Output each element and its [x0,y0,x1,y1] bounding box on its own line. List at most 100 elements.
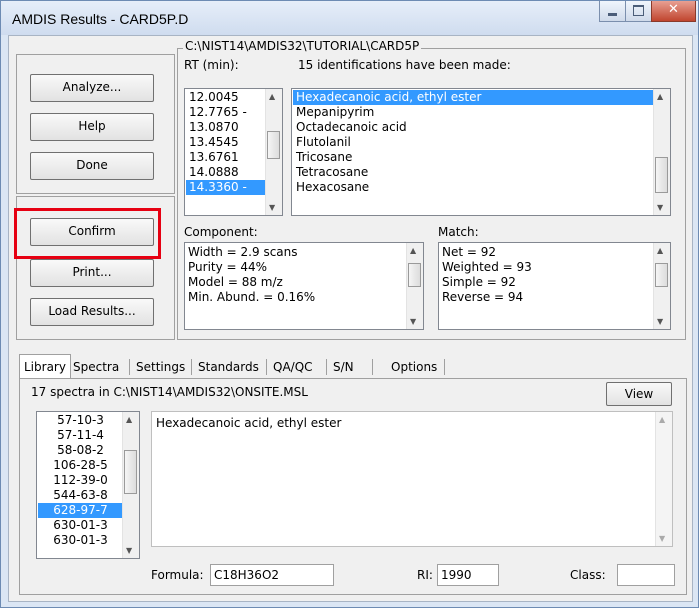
identifications-label: 15 identifications have been made: [298,58,511,72]
maximize-icon [633,5,644,16]
scroll-up-icon[interactable]: ▲ [659,415,665,424]
close-button[interactable]: ✕ [651,1,696,22]
analyze-button[interactable]: Analyze... [30,74,154,102]
component-line: Min. Abund. = 0.16% [188,290,316,304]
amdis-results-window: AMDIS Results - CARD5P.D ✕ Analyze... He… [0,0,699,608]
tab-settings[interactable]: Settings [132,356,189,378]
ri-label: RI: [417,568,433,582]
scroll-up-icon[interactable]: ▲ [126,415,132,424]
component-line: Width = 2.9 scans [188,245,298,259]
identification-item[interactable]: Hexacosane [293,180,653,195]
identification-item-selected[interactable]: Hexadecanoic acid, ethyl ester [293,90,653,105]
ri-field[interactable]: 1990 [437,564,499,586]
help-button[interactable]: Help [30,113,154,141]
done-button[interactable]: Done [30,152,154,180]
match-line: Simple = 92 [442,275,516,289]
tab-divider [444,359,445,375]
cas-item[interactable]: 112-39-0 [38,473,123,488]
cas-item[interactable]: 58-08-2 [38,443,123,458]
rt-item[interactable]: 14.0888 [186,165,266,180]
tab-options[interactable]: Options [387,356,441,378]
cas-item[interactable]: 106-28-5 [38,458,123,473]
scroll-up-icon[interactable]: ▲ [657,92,663,101]
confirm-highlight-box [14,208,161,259]
rt-scroll-thumb[interactable] [267,131,280,159]
cas-item[interactable]: 57-11-4 [38,428,123,443]
rt-scrollbar[interactable]: ▲ ▼ [265,89,282,215]
scroll-up-icon[interactable]: ▲ [657,246,663,255]
cas-item[interactable]: 630-01-3 [38,518,123,533]
identification-item[interactable]: Tricosane [293,150,653,165]
view-button[interactable]: View [606,382,672,406]
scroll-up-icon[interactable]: ▲ [269,92,275,101]
identifications-scroll-thumb[interactable] [655,157,668,193]
scroll-down-icon[interactable]: ▼ [410,317,416,326]
component-textbox[interactable]: Width = 2.9 scans Purity = 44% Model = 8… [184,242,424,330]
close-icon: ✕ [668,2,679,17]
library-tab-panel: 17 spectra in C:\NIST14\AMDIS32\ONSITE.M… [19,378,687,595]
maximize-button[interactable] [625,1,652,22]
tab-s-n[interactable]: S/N [329,356,358,378]
match-line: Weighted = 93 [442,260,532,274]
match-label: Match: [438,225,479,239]
identification-item[interactable]: Flutolanil [293,135,653,150]
class-field[interactable] [617,564,675,586]
rt-item[interactable]: 12.7765 - [186,105,266,120]
match-scrollbar[interactable]: ▲ ▼ [653,243,670,329]
identification-item[interactable]: Octadecanoic acid [293,120,653,135]
class-label: Class: [570,568,606,582]
tab-spectra[interactable]: Spectra [69,356,123,378]
scroll-up-icon[interactable]: ▲ [410,246,416,255]
rt-listbox[interactable]: 12.0045 12.7765 - 13.0870 13.4545 13.676… [184,88,283,216]
tab-qa-qc[interactable]: QA/QC [269,356,317,378]
window-title: AMDIS Results - CARD5P.D [12,11,189,27]
component-scroll-thumb[interactable] [408,263,421,287]
cas-item[interactable]: 630-01-3 [38,533,123,548]
library-name-textbox[interactable]: Hexadecanoic acid, ethyl ester ▲ ▼ [151,411,673,547]
match-line: Reverse = 94 [442,290,524,304]
dialog-client-area: Analyze... Help Done Confirm Print... Lo… [8,35,693,602]
cas-scrollbar[interactable]: ▲ ▼ [122,412,139,558]
formula-field[interactable]: C18H36O2 [210,564,334,586]
cas-item[interactable]: 544-63-8 [38,488,123,503]
cas-scroll-thumb[interactable] [124,450,137,494]
library-name-scrollbar[interactable]: ▲ ▼ [655,412,672,546]
formula-label: Formula: [151,568,204,582]
load-results-button[interactable]: Load Results... [30,298,154,326]
scroll-down-icon[interactable]: ▼ [269,203,275,212]
rt-item[interactable]: 13.6761 [186,150,266,165]
cas-item[interactable]: 57-10-3 [38,413,123,428]
print-button[interactable]: Print... [30,259,154,287]
cas-item-selected[interactable]: 628-97-7 [38,503,123,518]
identification-item[interactable]: Tetracosane [293,165,653,180]
tab-divider [129,359,130,375]
rt-item[interactable]: 12.0045 [186,90,266,105]
identifications-scrollbar[interactable]: ▲ ▼ [653,89,670,215]
ri-value: 1990 [441,568,472,582]
group-path-label: C:\NIST14\AMDIS32\TUTORIAL\CARD5P [183,39,422,53]
minimize-button[interactable] [599,1,626,22]
library-name-text: Hexadecanoic acid, ethyl ester [156,416,342,430]
tab-standards[interactable]: Standards [194,356,263,378]
match-scroll-thumb[interactable] [655,263,668,287]
scroll-down-icon[interactable]: ▼ [126,546,132,555]
rt-label: RT (min): [184,58,239,72]
rt-item[interactable]: 13.4545 [186,135,266,150]
spectra-count-label: 17 spectra in C:\NIST14\AMDIS32\ONSITE.M… [31,385,308,399]
rt-item[interactable]: 13.0870 [186,120,266,135]
formula-value: C18H36O2 [214,568,280,582]
scroll-down-icon[interactable]: ▼ [659,534,665,543]
tab-divider [191,359,192,375]
scroll-down-icon[interactable]: ▼ [657,203,663,212]
identifications-listbox[interactable]: Hexadecanoic acid, ethyl ester Mepanipyr… [291,88,671,216]
tab-divider [266,359,267,375]
cas-listbox[interactable]: 57-10-3 57-11-4 58-08-2 106-28-5 112-39-… [36,411,140,559]
rt-item-selected[interactable]: 14.3360 - [186,180,266,195]
tab-library[interactable]: Library [19,354,71,379]
title-bar[interactable]: AMDIS Results - CARD5P.D ✕ [1,1,698,35]
scroll-down-icon[interactable]: ▼ [657,317,663,326]
component-label: Component: [184,225,258,239]
identification-item[interactable]: Mepanipyrim [293,105,653,120]
component-scrollbar[interactable]: ▲ ▼ [406,243,423,329]
match-textbox[interactable]: Net = 92 Weighted = 93 Simple = 92 Rever… [438,242,671,330]
